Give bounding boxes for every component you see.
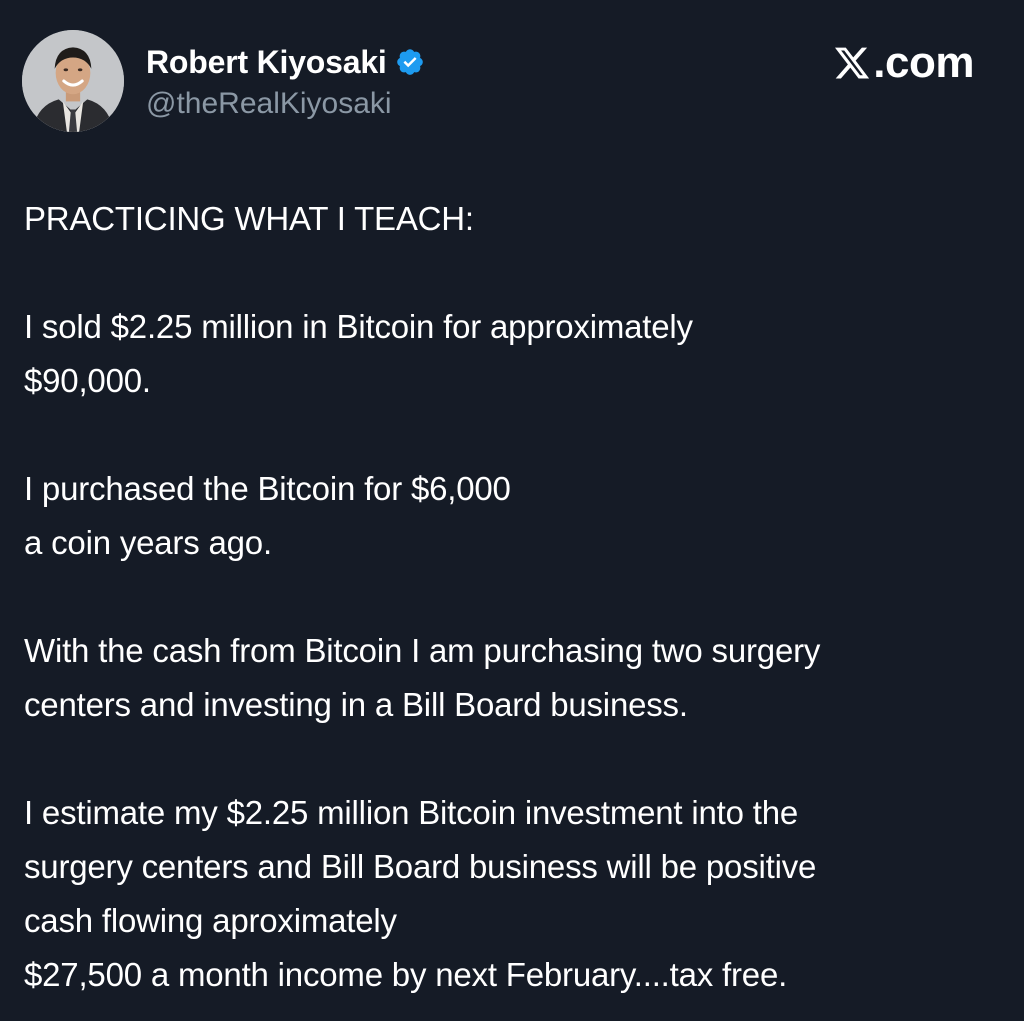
post-line: a coin years ago.	[24, 524, 272, 561]
post-paragraph: I purchased the Bitcoin for $6,000 a coi…	[24, 462, 1004, 570]
post-paragraph: I sold $2.25 million in Bitcoin for appr…	[24, 300, 1004, 408]
author-handle[interactable]: @theRealKiyosaki	[146, 86, 392, 122]
post-line: With the cash from Bitcoin I am purchasi…	[24, 632, 821, 669]
post-paragraph: With the cash from Bitcoin I am purchasi…	[24, 624, 1004, 732]
post-paragraph: I estimate my $2.25 million Bitcoin inve…	[24, 786, 1004, 1002]
post-line: $27,500 a month income by next February.…	[24, 956, 788, 993]
post-card: Robert Kiyosaki @theRealKiyosaki .com PR…	[0, 0, 1024, 1021]
profile-photo-icon	[22, 30, 124, 132]
post-line: I purchased the Bitcoin for $6,000	[24, 470, 511, 507]
post-line: $90,000.	[24, 362, 151, 399]
post-text: PRACTICING WHAT I TEACH: I sold $2.25 mi…	[24, 192, 1004, 1002]
post-paragraph: PRACTICING WHAT I TEACH:	[24, 192, 1004, 246]
x-logo-icon	[835, 47, 870, 79]
author-name-row: Robert Kiyosaki	[146, 44, 425, 80]
post-line: PRACTICING WHAT I TEACH:	[24, 200, 474, 237]
author-display-name[interactable]: Robert Kiyosaki	[146, 44, 387, 80]
avatar[interactable]	[22, 30, 124, 132]
post-line: cash flowing aproximately	[24, 902, 397, 939]
post-line: surgery centers and Bill Board business …	[24, 848, 817, 885]
brand-watermark: .com	[833, 38, 974, 88]
post-line: I sold $2.25 million in Bitcoin for appr…	[24, 308, 693, 345]
brand-text: .com	[873, 38, 974, 87]
verified-badge-icon	[396, 49, 423, 75]
post-line: centers and investing in a Bill Board bu…	[24, 686, 688, 723]
post-line: I estimate my $2.25 million Bitcoin inve…	[24, 794, 799, 831]
